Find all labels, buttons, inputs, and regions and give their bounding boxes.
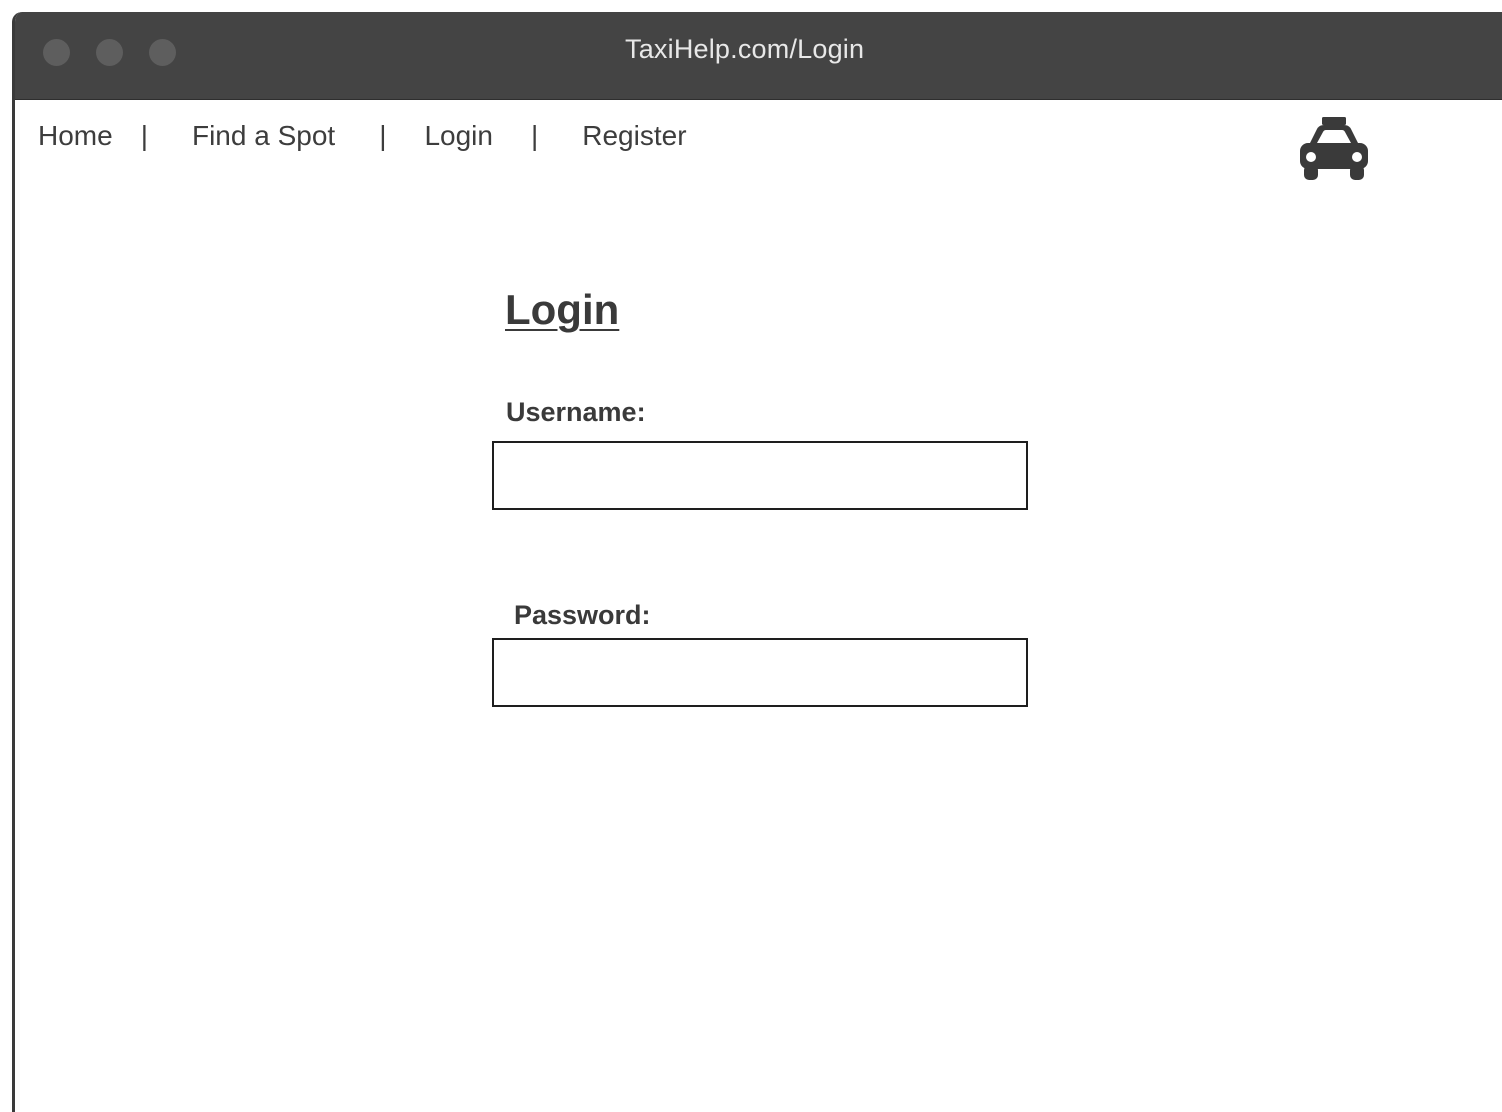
nav-link-register[interactable]: Register (582, 120, 686, 152)
nav-link-home[interactable]: Home (38, 120, 113, 152)
password-input[interactable] (492, 638, 1028, 707)
username-input[interactable] (492, 441, 1028, 510)
nav-link-find-a-spot[interactable]: Find a Spot (192, 120, 335, 152)
login-heading: Login (505, 286, 620, 333)
taxi-icon (1300, 117, 1368, 180)
maximize-window-button[interactable] (149, 39, 176, 66)
nav-separator: | (379, 120, 387, 151)
minimize-window-button[interactable] (96, 39, 123, 66)
nav-separator: | (140, 120, 148, 151)
top-nav: Home | Find a Spot | Login | Register (38, 116, 687, 156)
window-title: TaxiHelp.com/Login (625, 34, 865, 64)
browser-window: TaxiHelp.com/Login Home | Find a Spot | … (12, 12, 1502, 1112)
nav-separator: | (530, 120, 539, 151)
close-window-button[interactable] (43, 39, 70, 66)
username-label: Username: (506, 397, 646, 427)
nav-link-login[interactable]: Login (424, 120, 493, 152)
password-label: Password: (514, 600, 651, 630)
title-bar: TaxiHelp.com/Login (15, 12, 1502, 100)
